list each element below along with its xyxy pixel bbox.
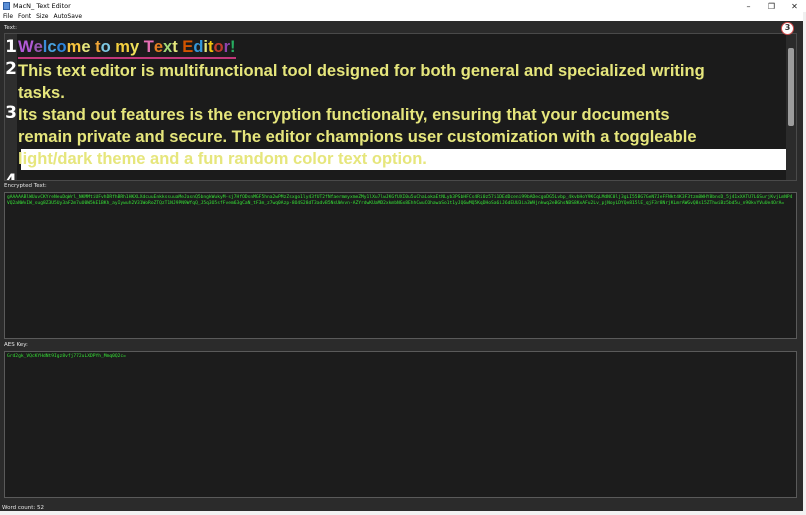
editor-text-line: tasks. — [18, 84, 65, 102]
welcome-letter: o — [100, 38, 111, 56]
notification-badge: 3 — [781, 22, 794, 35]
welcome-letter: o — [56, 38, 67, 56]
close-button[interactable]: ✕ — [783, 0, 806, 12]
editor-scrollbar[interactable] — [786, 34, 796, 180]
app-icon — [3, 2, 10, 10]
window-title: MacN_ Text Editor — [13, 2, 71, 10]
welcome-heading: Welcome to my Text Editor! — [18, 37, 236, 59]
line-number: 3 — [5, 103, 17, 123]
menu-size[interactable]: Size — [36, 13, 48, 20]
editor-text-line: remain private and secure. The editor ch… — [18, 128, 697, 146]
welcome-letter: e — [33, 38, 43, 56]
welcome-letter: e — [153, 38, 164, 56]
editor-text-line: This text editor is multifunctional tool… — [18, 62, 705, 80]
line-number: 4 — [5, 171, 17, 181]
window-controls: – ❐ ✕ — [737, 0, 806, 12]
bottom-edge — [0, 511, 806, 515]
editor-text-line: light/dark theme and a fun random color … — [18, 150, 427, 168]
welcome-letter: d — [193, 38, 204, 56]
welcome-letter: c — [47, 38, 57, 56]
aes-key-box[interactable]: Grd2gk_VQcKYHdNt9Igz8vfj772uLXDPYh_Mmq0Q… — [4, 351, 797, 498]
editor-text-line: Its stand out features is the encryption… — [18, 106, 670, 124]
welcome-letter: y — [129, 38, 140, 56]
welcome-letter: o — [213, 38, 224, 56]
line-number: 1 — [5, 37, 17, 57]
encrypted-text-box[interactable]: gAAAAABlWUuvCKYreNeuDqWrl_NKMMtiUFvhDRfh… — [4, 192, 797, 339]
aes-key-label: AES Key: — [4, 342, 28, 348]
text-editor[interactable]: 1 2 3 4 Welcome to my Text Editor! This … — [4, 33, 797, 181]
welcome-letter: e — [81, 38, 91, 56]
editor-scrollbar-thumb[interactable] — [788, 48, 794, 126]
welcome-letter: W — [18, 38, 34, 56]
text-section-label: Text: — [4, 25, 17, 31]
menu-file[interactable]: File — [3, 13, 13, 20]
welcome-letter: x — [163, 38, 173, 56]
encrypted-section-label: Encrypted Text: — [4, 183, 47, 189]
title-bar: MacN_ Text Editor – ❐ ✕ — [0, 0, 806, 12]
menu-bar: File Font Size AutoSave — [0, 12, 806, 21]
welcome-letter: T — [143, 38, 154, 56]
welcome-letter: m — [115, 38, 130, 56]
maximize-button[interactable]: ❐ — [760, 0, 783, 12]
line-number-gutter: 1 2 3 4 — [5, 34, 17, 181]
menu-font[interactable]: Font — [18, 13, 31, 20]
welcome-letter: ! — [230, 38, 236, 56]
welcome-letter: m — [66, 38, 82, 56]
welcome-letter: E — [182, 38, 194, 56]
minimize-button[interactable]: – — [737, 0, 760, 12]
menu-autosave[interactable]: AutoSave — [53, 13, 82, 20]
line-number: 2 — [5, 59, 17, 79]
